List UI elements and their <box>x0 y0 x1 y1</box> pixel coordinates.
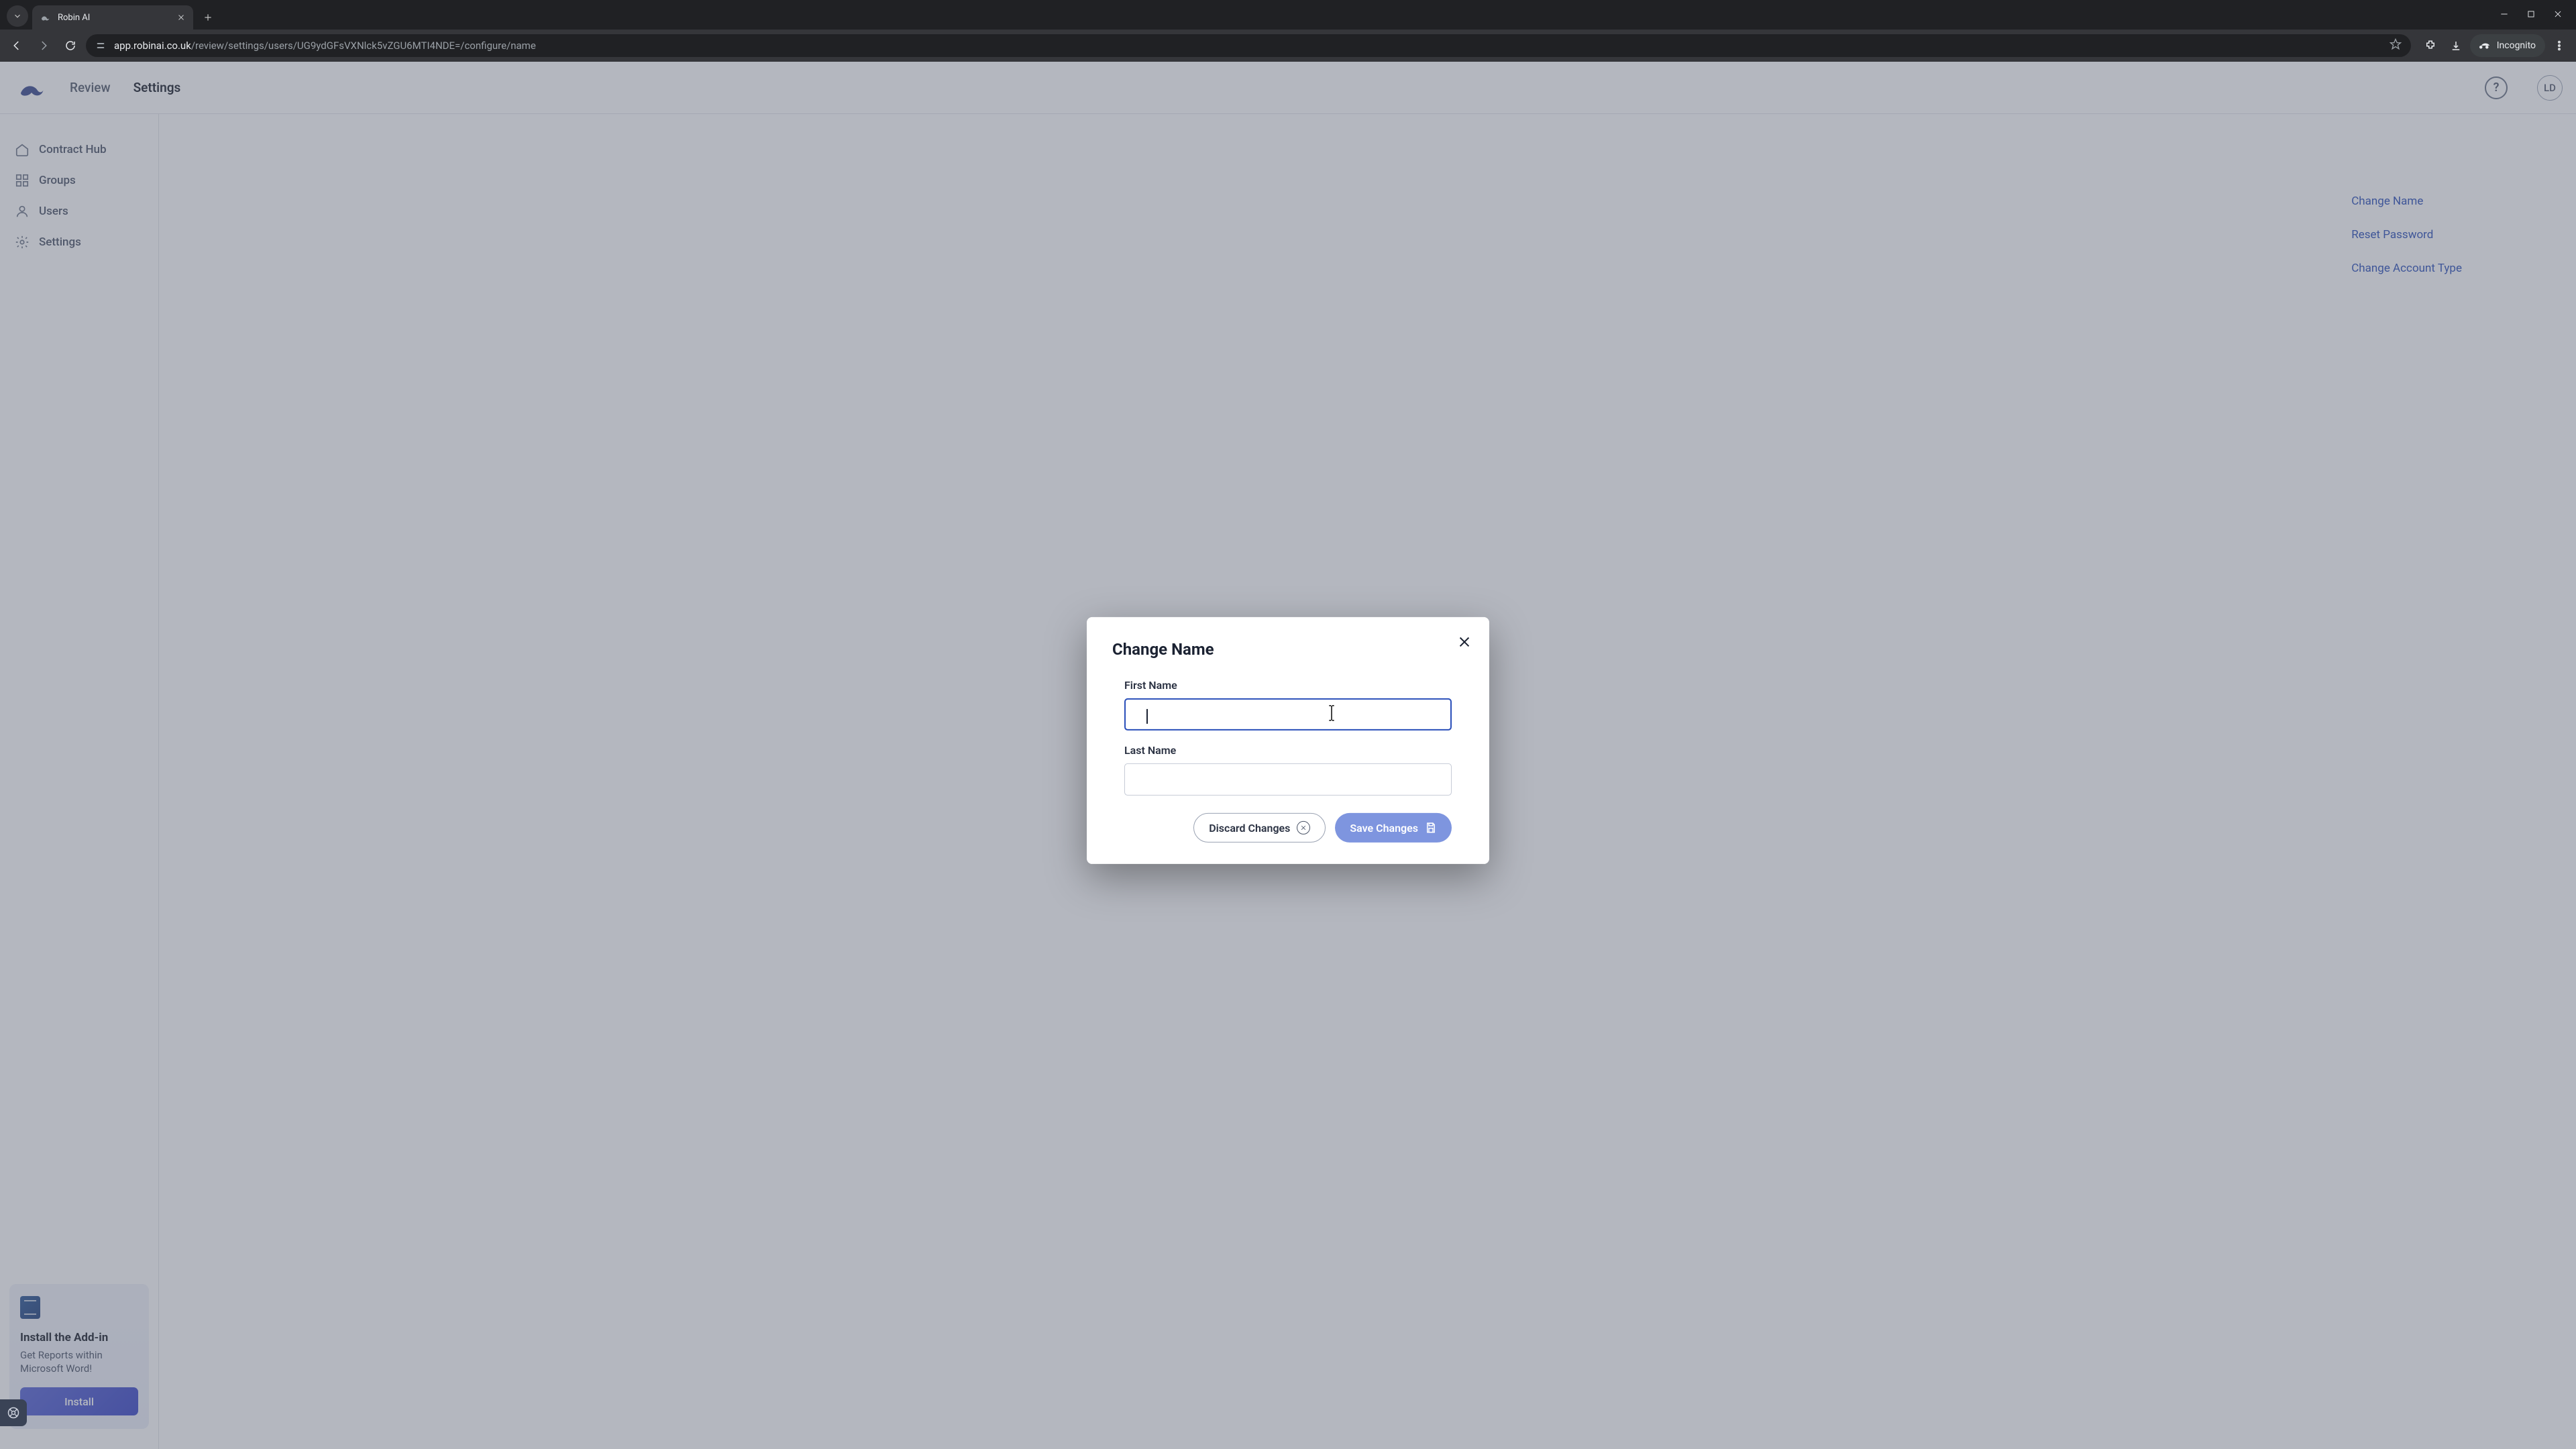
first-name-label: First Name <box>1124 679 1452 692</box>
browser-toolbar: app.robinai.co.uk/review/settings/users/… <box>0 30 2576 62</box>
modal-title: Change Name <box>1112 640 1464 659</box>
url-text: app.robinai.co.uk/review/settings/users/… <box>114 40 2381 52</box>
browser-tab[interactable]: Robin AI <box>32 5 193 30</box>
window-maximize-button[interactable] <box>2526 9 2536 21</box>
browser-tabstrip: Robin AI <box>0 0 2576 30</box>
tab-search-button[interactable] <box>7 5 28 27</box>
discard-changes-button[interactable]: Discard Changes <box>1193 813 1326 843</box>
address-bar[interactable]: app.robinai.co.uk/review/settings/users/… <box>86 34 2411 57</box>
text-caret <box>1146 709 1148 724</box>
window-close-button[interactable] <box>2553 9 2563 21</box>
bookmark-star-icon[interactable] <box>2390 38 2402 53</box>
modal-close-button[interactable] <box>1457 635 1472 652</box>
tab-title: Robin AI <box>58 13 170 23</box>
tab-close-button[interactable] <box>177 13 185 21</box>
nav-reload-button[interactable] <box>59 34 82 57</box>
page-viewport: Review Settings ? LD Contract Hub Groups <box>0 62 2576 1449</box>
save-icon <box>1425 822 1437 834</box>
tab-favicon <box>40 12 51 23</box>
extensions-button[interactable] <box>2419 34 2442 57</box>
first-name-input[interactable] <box>1124 698 1452 731</box>
browser-menu-button[interactable] <box>2548 34 2571 57</box>
last-name-label: Last Name <box>1124 744 1452 757</box>
discard-icon <box>1297 821 1310 835</box>
nav-back-button[interactable] <box>5 34 28 57</box>
window-minimize-button[interactable] <box>2500 9 2509 21</box>
save-changes-button[interactable]: Save Changes <box>1335 813 1452 843</box>
last-name-input[interactable] <box>1124 763 1452 796</box>
new-tab-button[interactable] <box>199 8 217 27</box>
change-name-modal: Change Name First Name Last Name Discard… <box>1087 617 1489 864</box>
downloads-button[interactable] <box>2445 34 2467 57</box>
nav-forward-button[interactable] <box>32 34 55 57</box>
support-fab[interactable] <box>0 1399 27 1426</box>
site-info-icon[interactable] <box>95 40 106 51</box>
incognito-chip[interactable]: Incognito <box>2470 34 2545 57</box>
